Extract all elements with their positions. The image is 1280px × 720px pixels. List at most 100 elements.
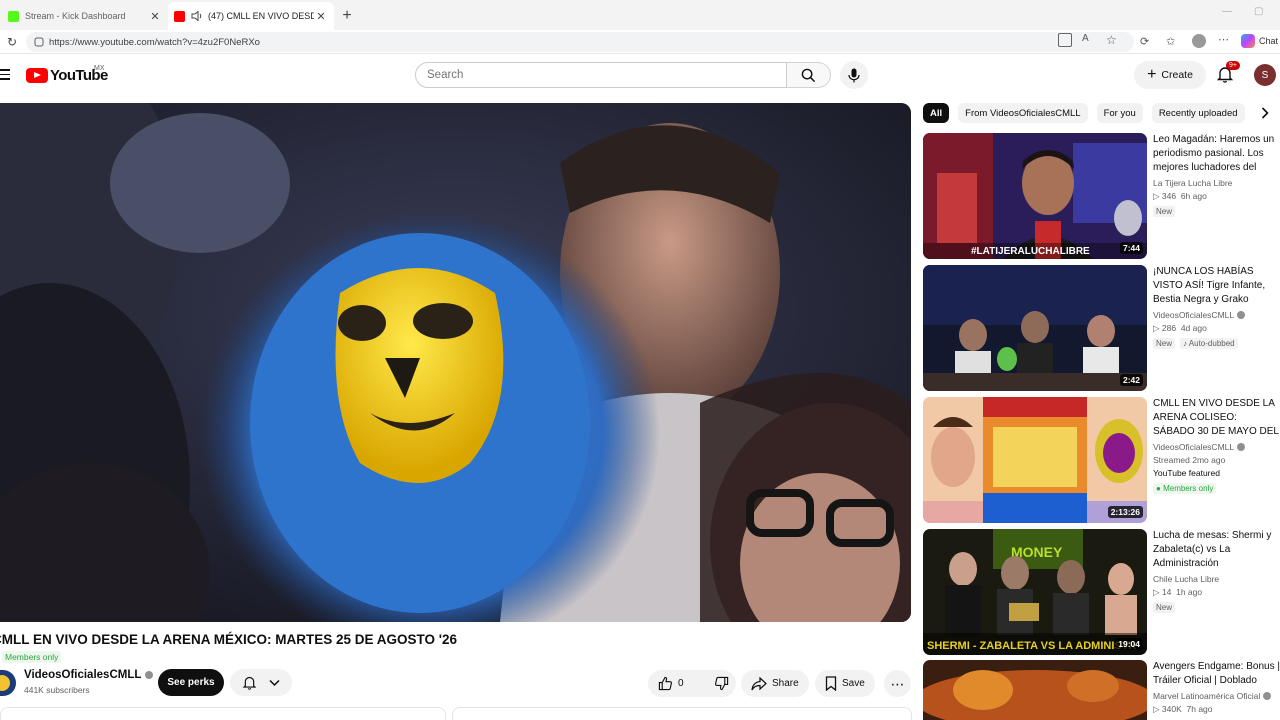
chip-all[interactable]: All [923, 103, 950, 123]
voice-search-button[interactable] [840, 61, 868, 89]
members-icon: ● [1156, 484, 1161, 493]
maximize-icon[interactable]: ▢ [1254, 6, 1263, 17]
subscriber-count: 441K subscribers [24, 685, 90, 695]
like-count: 0 [678, 678, 684, 689]
close-tab-icon[interactable]: ✕ [148, 10, 162, 23]
channel-avatar[interactable] [0, 670, 16, 696]
chip-from-channel[interactable]: From VideosOficialesCMLL [958, 103, 1088, 123]
video-thumbnail[interactable]: #LATIJERALUCHALIBRE 7:44 [923, 133, 1147, 259]
view-count: 340K [1161, 704, 1182, 714]
create-button[interactable]: + Create [1134, 61, 1206, 89]
split-screen-icon[interactable] [1058, 33, 1072, 47]
search-button[interactable] [787, 62, 831, 88]
description-box[interactable] [0, 707, 446, 720]
translate-icon[interactable]: A [1082, 33, 1096, 47]
streamed-info: Streamed 2mo ago [1153, 455, 1226, 465]
recommendation-item[interactable]: MONEY SHERMI - ZABALETA VS LA ADMINISTR … [923, 529, 1280, 655]
video-thumbnail[interactable]: MONEY SHERMI - ZABALETA VS LA ADMINISTR … [923, 529, 1147, 655]
chip-for-you[interactable]: For you [1096, 103, 1143, 123]
recommendation-channel[interactable]: La Tijera Lucha Libre [1153, 178, 1280, 188]
thumbnail-image [923, 265, 1147, 391]
recommendation-title[interactable]: ¡NUNCA LOS HABÍAS VISTO ASÍ! Tigre Infan… [1153, 265, 1280, 307]
reload-icon[interactable]: ↻ [0, 35, 24, 49]
chat-label: Chat [1258, 36, 1278, 46]
extensions-icon[interactable]: ⟳ [1140, 35, 1149, 48]
menu-icon[interactable] [0, 69, 10, 83]
see-perks-button[interactable]: See perks [158, 669, 224, 696]
chip-recently-uploaded[interactable]: Recently uploaded [1151, 103, 1245, 123]
youtube-featured-label: YouTube featured [1153, 468, 1220, 478]
recommendation-channel[interactable]: Marvel Latinoamérica Oficial [1153, 691, 1280, 701]
close-tab-icon[interactable]: ✕ [314, 10, 328, 23]
search-icon [801, 68, 816, 82]
video-player[interactable] [0, 103, 911, 622]
address-bar: ↻ https://www.youtube.com/watch?v=4zu2F0… [0, 30, 1280, 54]
save-button[interactable]: Save [815, 670, 875, 697]
share-label: Share [772, 678, 799, 689]
recommendation-item[interactable]: 2:42 ¡NUNCA LOS HABÍAS VISTO ASÍ! Tigre … [923, 265, 1280, 391]
live-chat-box[interactable] [452, 707, 912, 720]
like-button[interactable]: 0 [648, 670, 694, 697]
copilot-chat-button[interactable]: Chat [1240, 34, 1278, 48]
recommendation-title[interactable]: Leo Magadán: Haremos un periodismo pasio… [1153, 133, 1280, 175]
members-only-badge: ● Members only [1153, 483, 1217, 494]
video-thumbnail[interactable]: 2:13:26 [923, 397, 1147, 523]
recommendation-meta: ▷ 346 6h ago [1153, 191, 1207, 201]
channel-text: Marvel Latinoamérica Oficial [1153, 691, 1261, 701]
notification-settings-button[interactable] [230, 669, 292, 696]
recommendation-channel[interactable]: VideosOficialesCMLL [1153, 310, 1280, 320]
members-only-badge: Members only [2, 651, 62, 663]
recommendation-item[interactable]: Avengers Endgame: Bonus | Tráiler Oficia… [923, 660, 1280, 720]
minimize-icon[interactable]: — [1222, 6, 1232, 17]
share-button[interactable]: Share [741, 670, 809, 697]
dislike-button[interactable] [704, 670, 739, 697]
browser-tab-youtube[interactable]: (47) CMLL EN VIVO DESDE LA ✕ [168, 2, 334, 30]
more-actions-button[interactable]: ⋯ [884, 670, 911, 697]
upload-age: 7h ago [1186, 704, 1213, 714]
recommendation-title[interactable]: Lucha de mesas: Shermi y Zabaleta(c) vs … [1153, 529, 1280, 571]
video-duration: 2:13:26 [1107, 506, 1143, 518]
video-thumbnail[interactable]: 2:42 [923, 265, 1147, 391]
chevron-right-icon [1261, 107, 1269, 119]
search-input[interactable]: Search [415, 62, 787, 88]
site-info-icon[interactable] [34, 37, 44, 47]
recommendation-title[interactable]: Avengers Endgame: Bonus | Tráiler Oficia… [1153, 660, 1280, 688]
save-label: Save [842, 678, 865, 689]
recommendation-channel[interactable]: VideosOficialesCMLL [1153, 442, 1280, 452]
verified-icon [145, 671, 154, 679]
recommendation-item[interactable]: #LATIJERALUCHALIBRE 7:44 Leo Magadán: Ha… [923, 133, 1280, 259]
country-code: MX [94, 65, 105, 72]
video-title: CMLL EN VIVO DESDE LA ARENA MÉXICO: MART… [0, 632, 458, 647]
omnibox-actions: A ☆ [1058, 33, 1120, 47]
video-thumbnail[interactable] [923, 660, 1147, 720]
chips-next-button[interactable] [1256, 104, 1274, 122]
favorites-bar-icon[interactable]: ✩ [1166, 35, 1175, 48]
tab-title: Stream - Kick Dashboard [25, 11, 126, 21]
youtube-favicon-icon [174, 10, 185, 22]
new-tab-button[interactable]: + [334, 2, 360, 30]
browser-tab-kick[interactable]: Stream - Kick Dashboard ✕ [2, 2, 168, 30]
new-badge: New [1153, 602, 1176, 613]
recommendation-channel[interactable]: Chile Lucha Libre [1153, 574, 1280, 584]
channel-text: La Tijera Lucha Libre [1153, 178, 1233, 188]
recommendation-title[interactable]: CMLL EN VIVO DESDE LA ARENA COLISEO: SÁB… [1153, 397, 1280, 439]
url-field[interactable]: https://www.youtube.com/watch?v=4zu2F0Ne… [26, 32, 1134, 52]
recommendation-info: ¡NUNCA LOS HABÍAS VISTO ASÍ! Tigre Infan… [1153, 265, 1280, 349]
recommendation-meta: ▷ 340K 7h ago [1153, 704, 1213, 714]
speaker-icon[interactable] [191, 11, 203, 21]
youtube-header: YouTube MX Search + Create 9+ S [0, 55, 1280, 97]
channel-text: VideosOficialesCMLL [1153, 310, 1235, 320]
more-menu-icon[interactable]: ⋯ [1218, 33, 1229, 46]
channel-name[interactable]: VideosOficialesCMLL [24, 669, 154, 681]
avatar-letter: S [1261, 69, 1269, 81]
auto-dubbed-badge: ♪ Auto-dubbed [1180, 338, 1238, 349]
notifications-button[interactable]: 9+ [1216, 61, 1240, 85]
profile-icon[interactable] [1192, 34, 1206, 48]
recommendation-item[interactable]: 2:13:26 CMLL EN VIVO DESDE LA ARENA COLI… [923, 397, 1280, 523]
thumbnail-caption: SHERMI - ZABALETA VS LA ADMINISTR [927, 640, 1136, 652]
tab-title: (47) CMLL EN VIVO DESDE LA [208, 11, 314, 21]
recommendation-info: Leo Magadán: Haremos un periodismo pasio… [1153, 133, 1280, 217]
youtube-logo[interactable]: YouTube MX [26, 65, 108, 84]
account-avatar[interactable]: S [1254, 64, 1276, 86]
favorite-icon[interactable]: ☆ [1106, 33, 1120, 47]
